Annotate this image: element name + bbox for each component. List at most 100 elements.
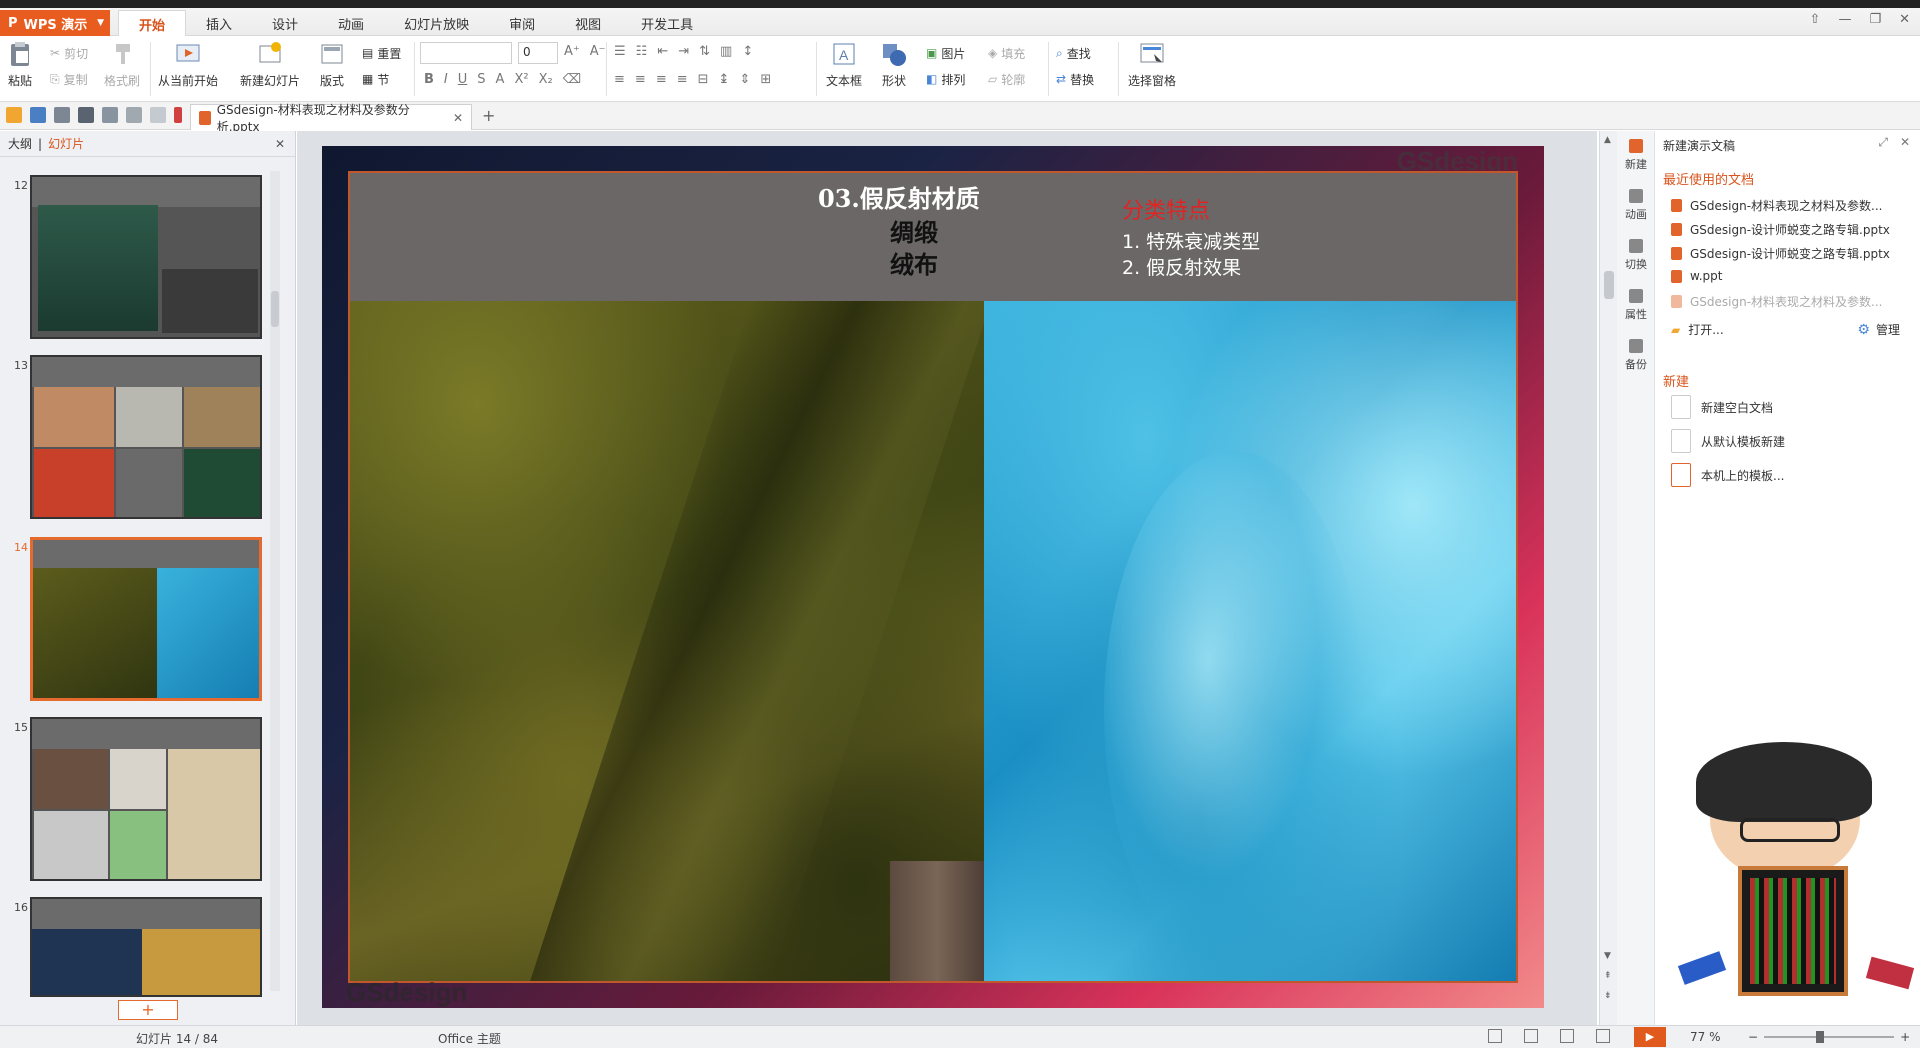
feature-item[interactable]: 1. 特殊衰减类型 — [1122, 227, 1260, 254]
align-center-icon[interactable]: ≡ — [635, 72, 646, 87]
font-color-icon[interactable]: A — [496, 72, 505, 87]
open-button[interactable]: ▰ 打开... — [1671, 321, 1724, 338]
slide[interactable]: GSdesign 03.假反射材质 绸缎 绒布 分类特点 1. 特殊衰减类型 2… — [322, 146, 1544, 1008]
subscript-icon[interactable]: X₂ — [539, 72, 553, 87]
numbering-icon[interactable]: ☷ — [636, 44, 648, 59]
section-button[interactable]: ▦ 节 — [362, 66, 401, 92]
prev-slide-icon[interactable]: ⇞ — [1604, 971, 1612, 981]
replace-button[interactable]: ⇄ 替换 — [1056, 66, 1094, 92]
paragraph-spacing-icon[interactable]: ⇕ — [739, 72, 750, 87]
font-size-select[interactable]: 0 — [518, 42, 558, 64]
close-panel-icon[interactable]: ✕ — [275, 137, 285, 151]
document-tab[interactable]: GSdesign-材料表现之材料及参数分析.pptx ✕ — [190, 103, 472, 134]
velvet-fabric-image[interactable] — [350, 301, 992, 981]
underline-icon[interactable]: U — [458, 72, 468, 87]
open-folder-icon[interactable] — [6, 107, 22, 123]
bold-icon[interactable]: B — [424, 72, 434, 87]
close-icon[interactable]: ✕ — [1899, 12, 1910, 27]
columns-icon[interactable]: ▥ — [720, 44, 732, 59]
new-slide-button[interactable]: 新建幻灯片 — [240, 40, 300, 89]
sorter-view-icon[interactable] — [1560, 1029, 1574, 1043]
task-pane-title[interactable]: 新建演示文稿 — [1663, 137, 1735, 154]
slide-title[interactable]: 03.假反射材质 — [818, 179, 980, 214]
tab-review[interactable]: 审阅 — [489, 10, 555, 36]
scroll-up-icon[interactable]: ▲ — [1604, 135, 1611, 145]
notes-view-icon[interactable] — [1488, 1029, 1502, 1043]
font-name-select[interactable] — [420, 42, 512, 64]
reading-view-icon[interactable] — [1596, 1029, 1610, 1043]
feature-title[interactable]: 分类特点 — [1122, 193, 1210, 225]
close-pane-icon[interactable]: ✕ — [1900, 135, 1910, 150]
add-slide-button[interactable]: + — [118, 1000, 178, 1020]
slide-thumbnail-12[interactable] — [30, 175, 262, 339]
local-templates[interactable]: 本机上的模板... — [1671, 463, 1784, 487]
scroll-down-icon[interactable]: ▼ — [1604, 951, 1611, 961]
canvas-scrollbar[interactable]: ▲ ▼ ⇞ ⇟ — [1599, 131, 1617, 1025]
slide-thumbnail-13[interactable] — [30, 355, 262, 519]
minimize-icon[interactable]: — — [1838, 12, 1851, 27]
decrease-indent-icon[interactable]: ⇤ — [657, 44, 668, 59]
tab-slideshow[interactable]: 幻灯片放映 — [384, 10, 489, 36]
shrink-font-icon[interactable]: A⁻ — [590, 44, 606, 59]
next-slide-icon[interactable]: ⇟ — [1604, 991, 1612, 1001]
app-menu-button[interactable]: P WPS 演示 ▼ — [0, 10, 110, 36]
outline-button[interactable]: ▱ 轮廓 — [988, 66, 1025, 92]
new-from-default-template[interactable]: 从默认模板新建 — [1671, 429, 1785, 453]
increase-indent-icon[interactable]: ⇥ — [678, 44, 689, 59]
recent-file[interactable]: w.ppt — [1671, 269, 1722, 283]
zoom-slider[interactable]: − + — [1748, 1030, 1910, 1044]
tab-home[interactable]: 开始 — [118, 10, 187, 37]
export-icon[interactable] — [54, 107, 70, 123]
pin-icon[interactable]: ⤢ — [1878, 135, 1888, 150]
slide-subtitle-velvet[interactable]: 绒布 — [890, 245, 938, 280]
play-slideshow-button[interactable]: ▶ — [1634, 1027, 1666, 1047]
clear-format-icon[interactable]: ⌫ — [563, 72, 581, 87]
zoom-out-icon[interactable]: − — [1748, 1030, 1758, 1044]
grow-font-icon[interactable]: A⁺ — [564, 44, 580, 59]
slide-thumbnail-15[interactable] — [30, 717, 262, 881]
fill-button[interactable]: ◈ 填充 — [988, 40, 1025, 66]
undo-icon[interactable] — [126, 107, 142, 123]
tab-view[interactable]: 视图 — [555, 10, 621, 36]
zoom-in-icon[interactable]: + — [1900, 1030, 1910, 1044]
shape-button[interactable]: 形状 — [880, 40, 908, 89]
from-current-button[interactable]: 从当前开始 — [158, 40, 218, 89]
zoom-track[interactable] — [1764, 1031, 1895, 1043]
paste-button[interactable]: 粘贴 — [6, 40, 34, 89]
side-tab-animation[interactable]: 动画 — [1617, 189, 1655, 222]
recent-file[interactable]: GSdesign-设计师蜕变之路专辑.pptx — [1671, 221, 1890, 238]
distribute-icon[interactable]: ⊟ — [698, 72, 709, 87]
superscript-icon[interactable]: X² — [514, 72, 528, 87]
sort-icon[interactable]: ↕ — [742, 44, 753, 59]
arrange-button[interactable]: ◧ 排列 — [926, 66, 965, 92]
maximize-icon[interactable]: ❐ — [1869, 12, 1881, 27]
justify-icon[interactable]: ≡ — [677, 72, 688, 87]
customize-icon[interactable] — [174, 107, 182, 123]
save-icon[interactable] — [30, 107, 46, 123]
recent-file[interactable]: GSdesign-设计师蜕变之路专辑.pptx — [1671, 245, 1890, 262]
tab-insert[interactable]: 插入 — [186, 10, 252, 36]
tab-outline[interactable]: 大纲 — [8, 135, 32, 152]
strikethrough-icon[interactable]: S — [477, 72, 485, 87]
selection-pane-button[interactable]: 选择窗格 — [1128, 40, 1176, 89]
normal-view-icon[interactable] — [1524, 1029, 1538, 1043]
feature-item[interactable]: 2. 假反射效果 — [1122, 253, 1241, 280]
slide-thumbnail-14[interactable] — [30, 537, 262, 701]
restore-ribbon-icon[interactable]: ⇧ — [1810, 12, 1821, 27]
print-preview-icon[interactable] — [102, 107, 118, 123]
slide-thumbnail-16[interactable] — [30, 897, 262, 997]
recent-file[interactable]: GSdesign-材料表现之材料及参数... — [1671, 293, 1883, 310]
scrollbar-thumb[interactable] — [1604, 271, 1614, 299]
vertical-align-icon[interactable]: ⊞ — [760, 72, 771, 87]
layout-button[interactable]: 版式 — [318, 40, 346, 89]
tab-animation[interactable]: 动画 — [318, 10, 384, 36]
side-tab-transition[interactable]: 切换 — [1617, 239, 1655, 272]
reset-button[interactable]: ▤ 重置 — [362, 40, 401, 66]
scrollbar-thumb[interactable] — [271, 291, 279, 327]
side-tab-backup[interactable]: 备份 — [1617, 339, 1655, 372]
bullets-icon[interactable]: ☰ — [614, 44, 626, 59]
manage-button[interactable]: ⚙ 管理 — [1857, 321, 1900, 338]
picture-button[interactable]: ▣ 图片 — [926, 40, 965, 66]
textbox-button[interactable]: A 文本框 — [826, 40, 862, 89]
slides-scrollbar[interactable] — [270, 171, 280, 991]
